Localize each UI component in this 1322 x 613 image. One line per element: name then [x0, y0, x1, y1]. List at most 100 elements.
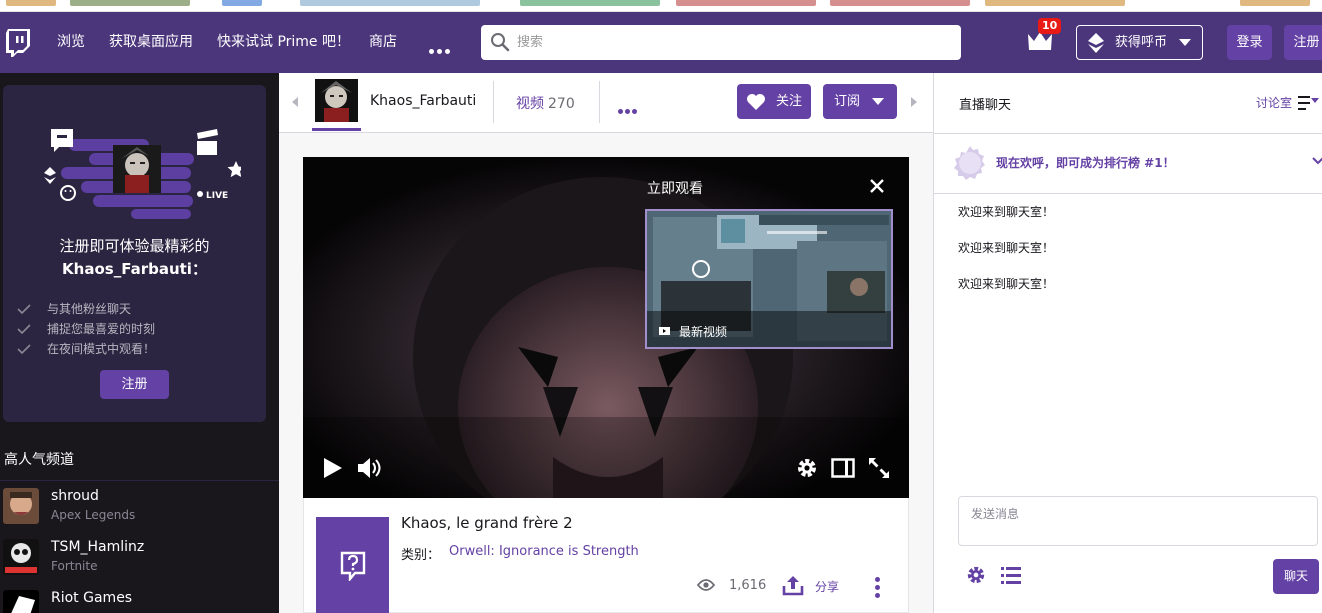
share-icon[interactable] [782, 574, 804, 596]
search-box[interactable] [481, 25, 961, 60]
share-label[interactable]: 分享 [815, 578, 839, 595]
chevron-down-icon [1179, 39, 1191, 46]
latest-video-thumbnail[interactable]: 最新视频 [645, 209, 893, 349]
promo-signup-button[interactable]: 注册 [100, 370, 169, 399]
checkmark-icon [17, 324, 31, 334]
settings-icon[interactable] [966, 565, 986, 585]
videos-count: 270 [548, 96, 575, 112]
chevron-down-icon[interactable] [1312, 157, 1322, 165]
channel-item-shroud[interactable]: shroud Apex Legends [3, 488, 273, 538]
videos-tab[interactable]: 视频 270 [516, 93, 575, 113]
search-icon [491, 33, 510, 52]
more-options-icon[interactable] [875, 577, 881, 601]
chat-message: 欢迎来到聊天室！ [958, 277, 1055, 291]
video-player[interactable]: 立即观看 最新视频 [303, 157, 909, 498]
promo-title-line1: 注册即可体验最精彩的 [59, 237, 210, 255]
category-label: 类别： [401, 548, 441, 563]
signup-promo-card: LIVE 注册即可体验最精彩的 Khaos_Farbauti： 与其他粉丝聊天 … [3, 85, 266, 422]
chat-input[interactable] [958, 496, 1318, 546]
signup-button[interactable]: 注册 [1284, 25, 1322, 60]
popover-title: 立即观看 [647, 181, 703, 197]
chat-message: 欢迎来到聊天室！ [958, 205, 1055, 219]
scroll-left-icon[interactable] [292, 97, 298, 107]
nav-more-icon[interactable] [429, 39, 453, 58]
avatar [3, 590, 39, 613]
notification-badge: 10 [1038, 18, 1062, 34]
divider [934, 133, 1322, 134]
active-tab-underline [312, 128, 361, 131]
top-navigation: 浏览 获取桌面应用 快来试试 Prime 吧！ 商店 10 获得呼币 登录 注册 [0, 12, 1322, 73]
live-indicator: LIVE [206, 191, 228, 201]
subscribe-label: 订阅 [834, 94, 861, 109]
game-box-art[interactable] [316, 517, 389, 613]
latest-video-label: 最新视频 [679, 325, 728, 339]
more-options-icon[interactable] [618, 99, 639, 118]
divider [934, 193, 1322, 194]
twitch-glitch-icon[interactable] [6, 29, 32, 57]
cheer-badge-icon [954, 146, 985, 180]
popular-channels-title: 高人气频道 [4, 452, 74, 468]
scroll-right-icon[interactable] [911, 97, 917, 107]
bookmarks-bar [0, 0, 1322, 12]
channel-promo-illustration: LIVE [44, 129, 241, 219]
checkmark-icon [17, 304, 31, 314]
channel-item-tsm-hamlinz[interactable]: TSM_Hamlinz Fortnite [3, 539, 273, 589]
get-bits-button[interactable]: 获得呼币 [1076, 25, 1203, 60]
chat-rooms-button[interactable]: 讨论室 [1256, 94, 1292, 111]
channel-item-riot-games[interactable]: Riot Games [3, 590, 273, 613]
login-button[interactable]: 登录 [1227, 25, 1272, 60]
nav-link-browse[interactable]: 浏览 [57, 12, 85, 73]
watch-now-popover: 立即观看 最新视频 [643, 175, 899, 350]
benefit-item: 捕捉您最喜爱的时刻 [17, 319, 155, 339]
channel-name: shroud [51, 488, 99, 504]
nav-link-prime[interactable]: 快来试试 Prime 吧！ [217, 12, 350, 73]
channel-name: TSM_Hamlinz [51, 539, 145, 555]
category-link[interactable]: Orwell: Ignorance is Strength [449, 544, 639, 559]
left-sidebar: LIVE 注册即可体验最精彩的 Khaos_Farbauti： 与其他粉丝聊天 … [0, 73, 279, 613]
volume-icon[interactable] [357, 457, 381, 479]
close-icon[interactable] [869, 178, 885, 194]
benefit-item: 在夜间模式中观看！ [17, 339, 155, 359]
unknown-game-icon [340, 551, 366, 581]
benefit-item: 与其他粉丝聊天 [17, 299, 155, 319]
promo-title-channel: Khaos_Farbauti： [62, 260, 207, 278]
follow-button[interactable]: 关注 [737, 84, 811, 119]
channel-game: Fortnite [51, 559, 98, 573]
nav-link-desktop-app[interactable]: 获取桌面应用 [109, 12, 193, 73]
play-icon[interactable] [323, 457, 343, 479]
checkmark-icon [17, 344, 31, 354]
avatar [3, 488, 39, 524]
section-divider [0, 480, 279, 481]
channel-header: Khaos_Farbauti 视频 270 关注 订阅 [279, 73, 933, 133]
nav-link-store[interactable]: 商店 [369, 12, 397, 73]
bits-gem-icon [1088, 33, 1104, 53]
viewer-list-icon[interactable] [1001, 566, 1021, 586]
chevron-down-icon [872, 98, 884, 105]
subscribe-button[interactable]: 订阅 [823, 84, 897, 119]
promo-benefits-list: 与其他粉丝聊天 捕捉您最喜爱的时刻 在夜间模式中观看！ [17, 299, 155, 359]
chat-panel: 直播聊天 讨论室 现在欢呼，即可成为排行榜 #1！ 欢迎来到聊天室！ 欢迎来到聊… [933, 73, 1322, 613]
chat-message: 欢迎来到聊天室！ [958, 241, 1055, 255]
search-input[interactable] [517, 25, 947, 60]
stream-title: Khaos, le grand frère 2 [401, 514, 573, 532]
heart-icon [747, 94, 765, 110]
leaderboard-text: 现在欢呼，即可成为排行榜 #1！ [996, 156, 1175, 170]
channel-name[interactable]: Khaos_Farbauti [370, 93, 476, 109]
theatre-mode-icon[interactable] [831, 458, 855, 478]
channel-name: Riot Games [51, 590, 133, 606]
eye-icon [697, 579, 715, 591]
settings-icon[interactable] [796, 457, 818, 479]
avatar [3, 539, 39, 575]
follow-label: 关注 [776, 94, 803, 109]
get-bits-label: 获得呼币 [1115, 35, 1168, 50]
channel-game: Apex Legends [51, 508, 136, 522]
chat-title: 直播聊天 [959, 98, 1012, 113]
divider [493, 81, 494, 123]
divider [599, 81, 600, 123]
rooms-list-icon[interactable] [1298, 95, 1320, 111]
send-chat-button[interactable]: 聊天 [1273, 559, 1319, 594]
promo-title: 注册即可体验最精彩的 Khaos_Farbauti： [3, 235, 266, 281]
fullscreen-icon[interactable] [868, 457, 890, 479]
stream-info-panel: Khaos, le grand frère 2 类别： Orwell: Igno… [303, 498, 909, 613]
channel-avatar[interactable] [315, 79, 358, 122]
